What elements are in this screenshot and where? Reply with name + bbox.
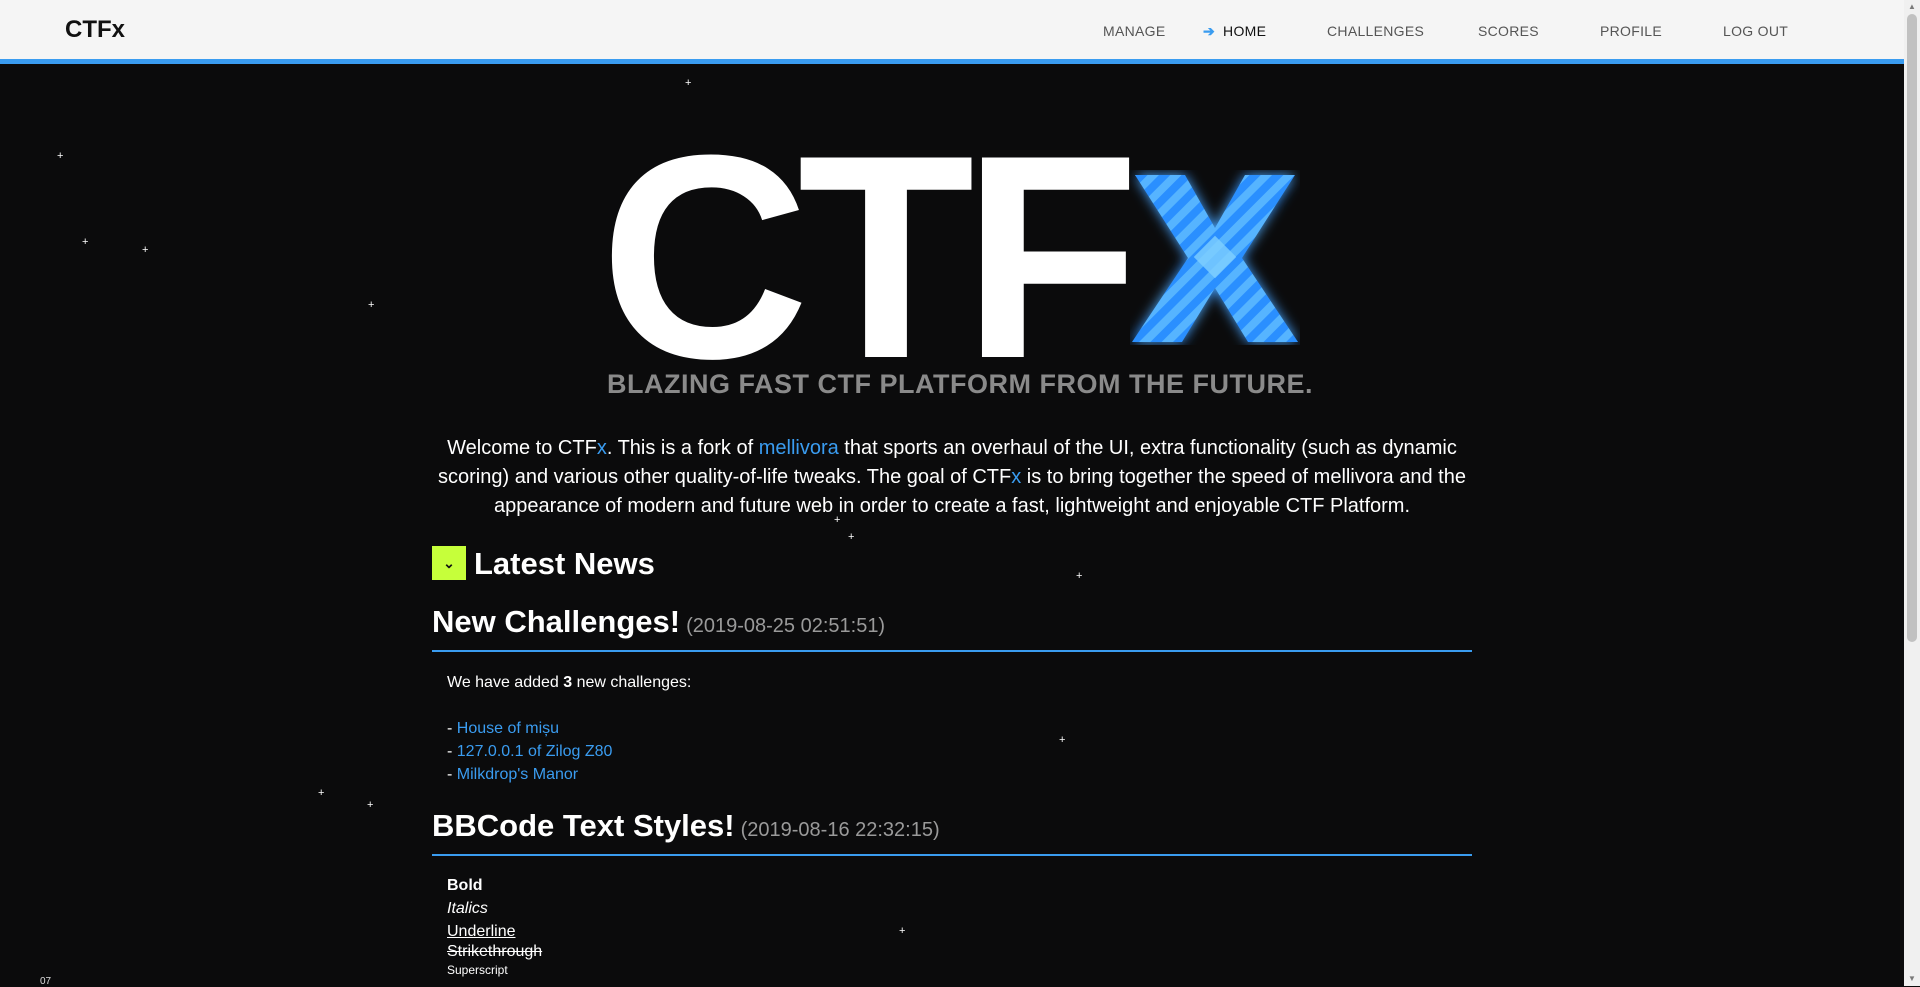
corner-text: 07 <box>40 976 52 987</box>
italic-sample: Italics <box>447 900 488 917</box>
intro-x-accent: x <box>1011 466 1022 488</box>
post-date: (2019-08-16 22:32:15) <box>740 819 940 841</box>
star-icon: + <box>1059 734 1066 746</box>
nav-challenges[interactable]: CHALLENGES <box>1327 23 1424 39</box>
post-count: 3 <box>563 674 573 691</box>
logo-x-icon <box>1132 175 1298 342</box>
nav-profile[interactable]: PROFILE <box>1600 23 1662 39</box>
latest-news-title: Latest News <box>474 546 655 581</box>
news-post-body: We have added 3 new challenges: - House … <box>447 671 691 786</box>
nav-logout[interactable]: LOG OUT <box>1723 23 1788 39</box>
nav-home[interactable]: ➔ HOME <box>1203 23 1266 40</box>
post-title-text: New Challenges! <box>432 604 681 639</box>
collapse-toggle-button[interactable]: ⌄ <box>432 546 466 580</box>
intro-text: . This is a fork of <box>606 437 759 459</box>
main-nav: MANAGE ➔ HOME CHALLENGES SCORES PROFILE L… <box>0 23 1904 43</box>
star-icon: + <box>367 799 374 811</box>
superscript-sample: Superscript <box>447 963 508 977</box>
page-scrollbar[interactable]: ▲ ▼ <box>1904 0 1920 986</box>
nav-scores[interactable]: SCORES <box>1478 23 1539 39</box>
post-intro-line: We have added 3 new challenges: <box>447 671 691 694</box>
nav-manage[interactable]: MANAGE <box>1103 23 1165 39</box>
scroll-down-arrow-icon[interactable]: ▼ <box>1904 972 1920 986</box>
news-post-body: Bold Italics Underline Strikethrough Sup… <box>447 874 542 979</box>
star-icon: + <box>1076 570 1083 582</box>
nav-home-label: HOME <box>1223 23 1267 39</box>
challenge-link[interactable]: House of mișu <box>457 720 559 737</box>
post-text: new challenges: <box>572 674 692 691</box>
scroll-thumb[interactable] <box>1907 14 1917 642</box>
logo-ctf-text: CTF <box>600 95 1140 419</box>
post-title-text: BBCode Text Styles! <box>432 808 735 843</box>
mellivora-link[interactable]: mellivora <box>759 437 839 459</box>
scroll-up-arrow-icon[interactable]: ▲ <box>1904 0 1920 14</box>
news-post-title: BBCode Text Styles! (2019-08-16 22:32:15) <box>432 808 1472 856</box>
post-date: (2019-08-25 02:51:51) <box>686 615 886 637</box>
star-icon: + <box>848 531 855 543</box>
hero-logo: CTF <box>600 112 1320 402</box>
top-navbar: CTFx MANAGE ➔ HOME CHALLENGES SCORES PROF… <box>0 0 1904 64</box>
chevron-down-icon: ⌄ <box>443 555 455 571</box>
challenge-link[interactable]: 127.0.0.1 of Zilog Z80 <box>457 743 613 760</box>
news-post-title: New Challenges! (2019-08-25 02:51:51) <box>432 604 1472 652</box>
star-icon: + <box>57 150 64 162</box>
star-icon: + <box>142 244 149 256</box>
star-icon: + <box>368 299 375 311</box>
strikethrough-sample: Strikethrough <box>447 943 543 960</box>
hero-tagline: BLAZING FAST CTF PLATFORM FROM THE FUTUR… <box>607 369 1313 399</box>
list-item: - Milkdrop's Manor <box>447 766 579 783</box>
intro-paragraph: Welcome to CTFx. This is a fork of melli… <box>432 434 1472 521</box>
underline-sample: Underline <box>447 923 516 940</box>
intro-text: Welcome to CTF <box>447 437 597 459</box>
star-icon: + <box>318 787 325 799</box>
challenge-link[interactable]: Milkdrop's Manor <box>457 766 578 783</box>
bold-sample: Bold <box>447 877 483 894</box>
post-text: We have added <box>447 674 564 691</box>
list-item: - House of mișu <box>447 720 560 737</box>
star-icon: + <box>82 236 89 248</box>
list-item: - 127.0.0.1 of Zilog Z80 <box>447 743 613 760</box>
star-icon: + <box>685 77 692 89</box>
intro-x-accent: x <box>596 437 607 459</box>
star-icon: + <box>899 925 906 937</box>
arrow-right-icon: ➔ <box>1203 23 1216 39</box>
